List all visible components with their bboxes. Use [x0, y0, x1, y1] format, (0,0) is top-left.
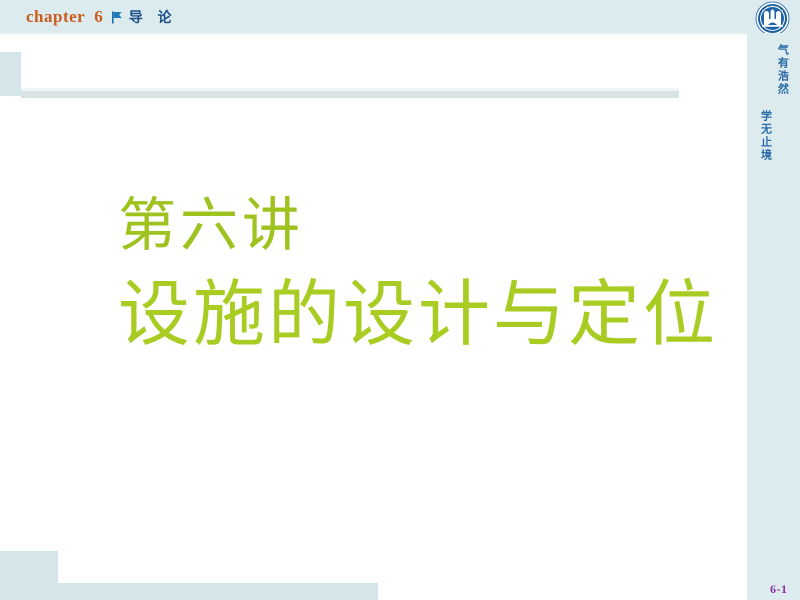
slide-canvas: chapter 6 导 论 气有浩然 学无止境 第六讲 设施的设计与定位 6-1	[0, 0, 800, 600]
header-band-shadow	[0, 33, 800, 35]
flag-icon	[111, 11, 123, 24]
top-left-accent-block	[0, 52, 21, 96]
header-divider-bar	[21, 91, 679, 98]
page-title: 设施的设计与定位	[118, 272, 719, 356]
bottom-accent-band	[0, 583, 378, 600]
motto-column-2: 学无止境	[759, 110, 773, 162]
header-section-label: 导 论	[128, 10, 177, 26]
motto-column-1: 气有浩然	[776, 44, 790, 96]
lecture-label: 第六讲	[118, 191, 305, 259]
chapter-word: chapter	[26, 7, 86, 26]
university-seal-icon	[755, 1, 790, 36]
chapter-number: 6	[94, 7, 103, 26]
header-title: chapter 6 导 论	[26, 6, 177, 28]
page-number: 6-1	[770, 582, 788, 596]
university-motto: 气有浩然 学无止境	[747, 44, 800, 174]
